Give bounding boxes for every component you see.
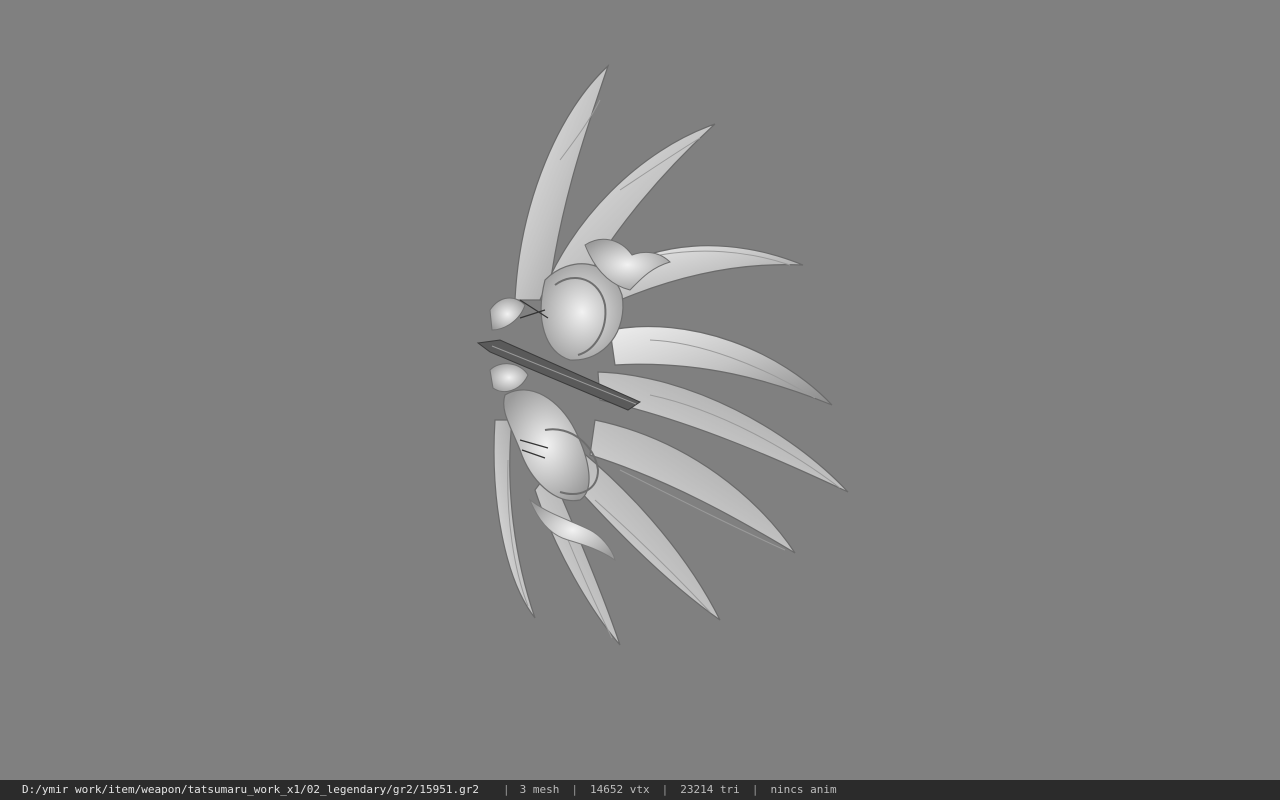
separator: | [661,783,669,796]
separator: | [571,783,578,796]
triangle-count-label: 23214 tri [680,783,740,796]
vertex-count-label: 14652 vtx [589,783,650,796]
file-path-label: D:/ymir work/item/weapon/tatsumaru_work_… [22,783,479,796]
mesh-count-label: 3 mesh [519,783,560,796]
separator: | [502,783,510,796]
status-bar: D:/ymir work/item/weapon/tatsumaru_work_… [0,780,1280,800]
animation-status-label: nincs anim [770,783,837,796]
separator: | [751,783,759,796]
3d-viewport[interactable] [0,0,1280,780]
weapon-model-render [476,63,849,646]
